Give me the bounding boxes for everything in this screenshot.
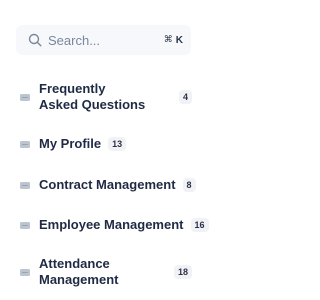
sidebar-item-label: Frequently Asked Questions	[39, 81, 146, 112]
category-list: Frequently Asked Questions 4 My Profile …	[0, 0, 209, 300]
sidebar-item-attendance-management[interactable]: Attendance Management 18	[20, 255, 192, 289]
article-count-badge: 16	[190, 218, 209, 232]
article-count-badge: 18	[173, 265, 192, 279]
article-count-badge: 8	[182, 178, 196, 192]
sidebar-item-contract-management[interactable]: Contract Management 8	[20, 176, 196, 194]
sidebar-item-employee-management[interactable]: Employee Management 16	[20, 216, 209, 234]
category-icon	[20, 140, 30, 148]
sidebar-item-label: Contract Management	[39, 177, 176, 192]
sidebar-item-label: My Profile	[39, 136, 102, 151]
article-count-badge: 13	[108, 137, 127, 151]
category-icon	[20, 93, 30, 101]
sidebar-item-my-profile[interactable]: My Profile 13	[20, 135, 192, 153]
article-count-badge: 4	[178, 90, 192, 104]
sidebar-item-label: Employee Management	[39, 217, 184, 232]
category-icon	[20, 181, 30, 189]
category-icon	[20, 268, 30, 276]
help-sidebar: ⌘ K Frequently Asked Questions 4 My Prof…	[0, 0, 209, 300]
sidebar-item-label: Attendance Management	[39, 256, 119, 287]
category-icon	[20, 221, 30, 229]
sidebar-item-faq[interactable]: Frequently Asked Questions 4	[20, 80, 192, 114]
